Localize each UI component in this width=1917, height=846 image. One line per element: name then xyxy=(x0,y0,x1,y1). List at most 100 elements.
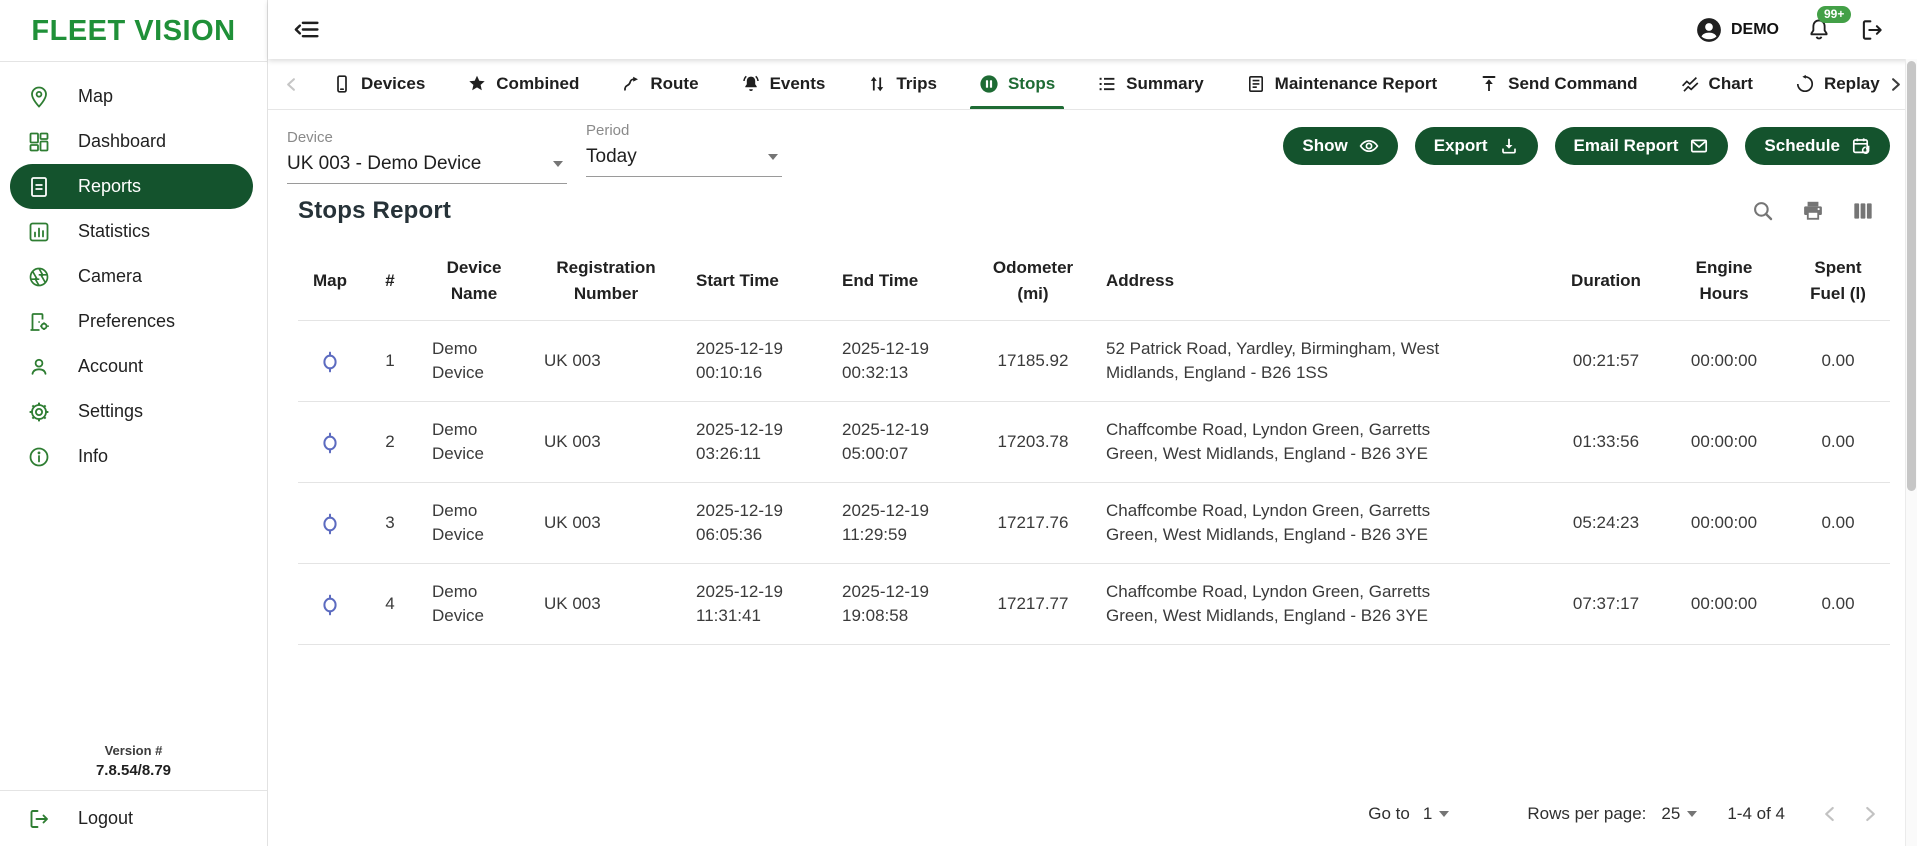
show-on-map-button[interactable] xyxy=(298,564,362,645)
chevron-down-icon xyxy=(553,161,563,167)
tabs-scroll-right-button[interactable] xyxy=(1884,73,1907,96)
menu-collapse-button[interactable] xyxy=(292,15,321,44)
sidebar-item-map[interactable]: Map xyxy=(0,74,267,119)
tab-send-command[interactable]: Send Command xyxy=(1458,59,1658,109)
rows-per-page-select[interactable]: 25 xyxy=(1661,804,1697,824)
col-header-device-name: Device Name xyxy=(418,241,530,321)
tab-label: Send Command xyxy=(1508,74,1637,94)
tab-route[interactable]: Route xyxy=(600,59,719,109)
tab-events[interactable]: Events xyxy=(720,59,847,109)
app-logo: FLEET VISION xyxy=(8,15,259,48)
tab-maintenance-report[interactable]: Maintenance Report xyxy=(1225,59,1458,109)
previous-page-button[interactable] xyxy=(1817,801,1843,827)
upload-icon xyxy=(1479,74,1499,94)
sidebar-item-settings[interactable]: Settings xyxy=(0,389,267,434)
search-icon[interactable] xyxy=(1750,198,1776,224)
export-button[interactable]: Export xyxy=(1415,127,1538,165)
cell-duration: 00:21:57 xyxy=(1550,321,1662,402)
cell-address: Chaffcombe Road, Lyndon Green, Garretts … xyxy=(1092,402,1550,483)
next-page-button[interactable] xyxy=(1857,801,1883,827)
eye-icon xyxy=(1359,136,1379,156)
cell-spent-fuel: 0.00 xyxy=(1786,483,1890,564)
sidebar-item-statistics[interactable]: Statistics xyxy=(0,209,267,254)
logout-label: Logout xyxy=(78,808,133,829)
cell-device-name: Demo Device xyxy=(418,321,530,402)
goto-page-select[interactable]: 1 xyxy=(1423,804,1449,824)
tab-devices[interactable]: Devices xyxy=(311,59,446,109)
user-menu[interactable]: DEMO xyxy=(1695,16,1779,44)
logout-topbar-button[interactable] xyxy=(1859,17,1885,43)
vertical-scrollbar[interactable] xyxy=(1905,59,1917,846)
col-header-start-time: Start Time xyxy=(682,241,828,321)
print-icon[interactable] xyxy=(1800,198,1826,224)
dashboard-grid-icon xyxy=(27,130,51,154)
table-row: 4Demo DeviceUK 0032025-12-19 11:31:41202… xyxy=(298,564,1890,645)
chevron-down-icon xyxy=(1687,811,1697,817)
info-circle-icon xyxy=(27,445,51,469)
cell-registration: UK 003 xyxy=(530,483,682,564)
tab-trips[interactable]: Trips xyxy=(846,59,958,109)
sidebar-item-label: Info xyxy=(78,446,108,467)
camera-aperture-icon xyxy=(27,265,51,289)
topbar: DEMO 99+ xyxy=(268,0,1917,59)
sidebar-item-label: Account xyxy=(78,356,143,377)
tab-label: Events xyxy=(770,74,826,94)
sidebar-item-dashboard[interactable]: Dashboard xyxy=(0,119,267,164)
main-area: DEMO 99+ Devices Combined Route Events T… xyxy=(268,0,1917,846)
scrollbar-thumb[interactable] xyxy=(1907,61,1916,491)
tab-chart[interactable]: Chart xyxy=(1659,59,1774,109)
period-select[interactable]: Period Today xyxy=(586,120,782,177)
table-row: 2Demo DeviceUK 0032025-12-19 03:26:11202… xyxy=(298,402,1890,483)
show-on-map-button[interactable] xyxy=(298,402,362,483)
tab-summary[interactable]: Summary xyxy=(1076,59,1224,109)
map-marker-icon xyxy=(319,513,341,535)
show-button[interactable]: Show xyxy=(1283,127,1397,165)
show-on-map-button[interactable] xyxy=(298,483,362,564)
email-report-button[interactable]: Email Report xyxy=(1555,127,1729,165)
goto-page-label: Go to xyxy=(1368,804,1410,824)
cell-number: 3 xyxy=(362,483,418,564)
report-actions: Show Export Email Report Schedule xyxy=(1283,120,1890,165)
bar-chart-icon xyxy=(27,220,51,244)
rows-per-page-value: 25 xyxy=(1661,804,1680,824)
export-button-label: Export xyxy=(1434,136,1488,156)
device-select-value: UK 003 - Demo Device xyxy=(287,153,481,175)
cell-end-time: 2025-12-19 19:08:58 xyxy=(828,564,974,645)
tab-label: Stops xyxy=(1008,74,1055,94)
schedule-button[interactable]: Schedule xyxy=(1745,127,1890,165)
sidebar-bottom: Version # 7.8.54/8.79 Logout xyxy=(0,743,267,846)
cell-address: Chaffcombe Road, Lyndon Green, Garretts … xyxy=(1092,564,1550,645)
calendar-repeat-icon xyxy=(1851,136,1871,156)
goto-page-value: 1 xyxy=(1423,804,1432,824)
tab-replay[interactable]: Replay xyxy=(1774,59,1882,109)
tabs-scroll-left-button[interactable] xyxy=(280,73,303,96)
envelope-icon xyxy=(1689,136,1709,156)
bell-ringing-icon xyxy=(741,74,761,94)
star-icon xyxy=(467,74,487,94)
tab-combined[interactable]: Combined xyxy=(446,59,600,109)
username: DEMO xyxy=(1731,21,1779,39)
columns-icon[interactable] xyxy=(1850,198,1876,224)
tab-stops[interactable]: Stops xyxy=(958,59,1076,109)
sidebar-item-account[interactable]: Account xyxy=(0,344,267,389)
sidebar-item-preferences[interactable]: Preferences xyxy=(0,299,267,344)
map-marker-icon xyxy=(319,594,341,616)
sidebar-item-camera[interactable]: Camera xyxy=(0,254,267,299)
col-header-engine-hours: Engine Hours xyxy=(1662,241,1786,321)
route-arrow-icon xyxy=(621,74,641,94)
tab-label: Chart xyxy=(1709,74,1753,94)
map-pin-icon xyxy=(27,85,51,109)
tab-label: Maintenance Report xyxy=(1275,74,1437,94)
tab-label: Route xyxy=(650,74,698,94)
sidebar-item-reports[interactable]: Reports xyxy=(10,164,253,209)
cell-registration: UK 003 xyxy=(530,321,682,402)
notifications-button[interactable]: 99+ xyxy=(1806,17,1832,43)
chevron-down-icon xyxy=(1439,811,1449,817)
sidebar-item-info[interactable]: Info xyxy=(0,434,267,479)
room-preferences-icon xyxy=(27,310,51,334)
table-header: Map#Device NameRegistration NumberStart … xyxy=(298,241,1890,321)
cell-device-name: Demo Device xyxy=(418,483,530,564)
device-select[interactable]: Device UK 003 - Demo Device xyxy=(287,120,567,184)
show-on-map-button[interactable] xyxy=(298,321,362,402)
logout-button[interactable]: Logout xyxy=(0,791,267,846)
